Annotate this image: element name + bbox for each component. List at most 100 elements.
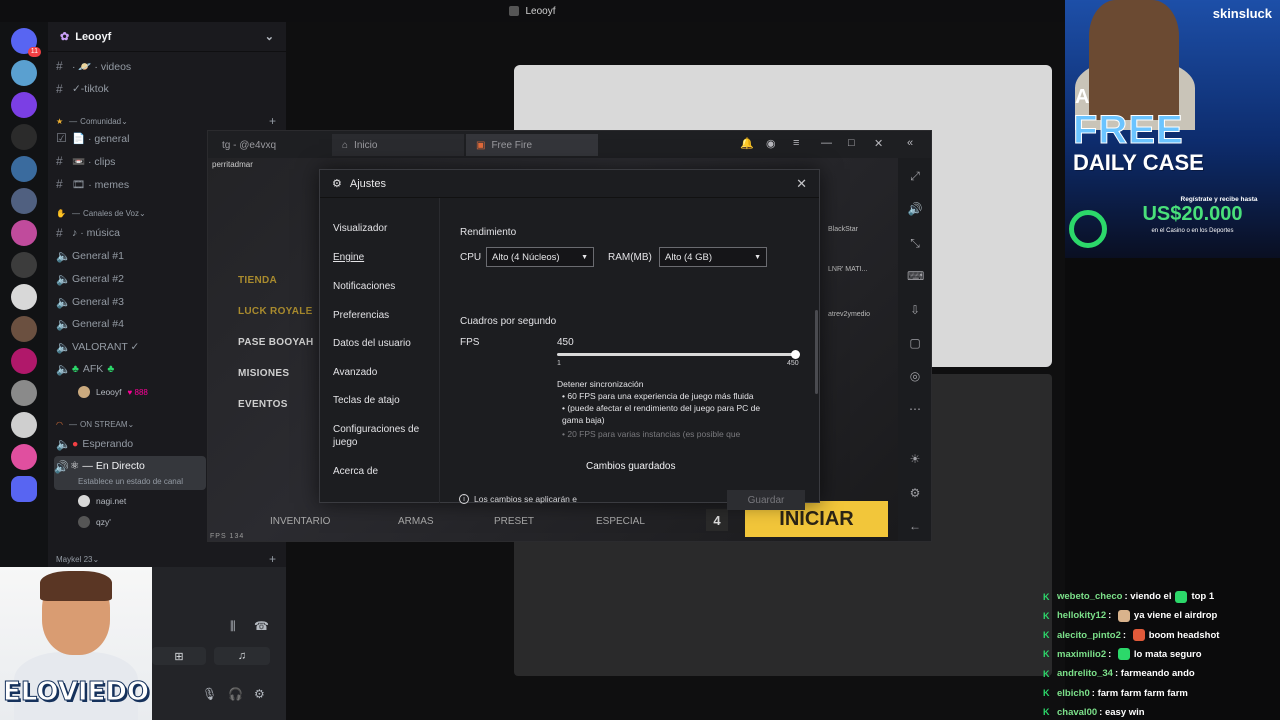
- friend-name[interactable]: LNR' MATI...: [828, 266, 867, 273]
- server-icon[interactable]: [11, 412, 37, 438]
- guild-header[interactable]: ✿ Leooyf ⌄: [48, 22, 286, 52]
- discord-home-icon[interactable]: 11: [11, 28, 41, 57]
- voice-general-3[interactable]: 🔈 General #3: [56, 292, 206, 312]
- voice-general-1[interactable]: 🔈 General #1: [56, 246, 206, 266]
- chevron-down-icon[interactable]: ⌄: [265, 30, 274, 43]
- channel-general[interactable]: ☑ 📄 · general: [56, 128, 206, 148]
- chat-username[interactable]: maximilio2: [1057, 649, 1106, 660]
- tab-user[interactable]: tg - @e4vxq: [212, 134, 330, 156]
- menu-pase-booyah[interactable]: PASE BOOYAH: [238, 337, 314, 348]
- screenshot-icon[interactable]: ▢: [907, 335, 923, 351]
- nav-notificaciones[interactable]: Notificaciones: [333, 280, 433, 293]
- server-icon[interactable]: [11, 348, 37, 374]
- voice-general-4[interactable]: 🔈 General #4: [56, 314, 206, 334]
- nav-engine[interactable]: Engine: [333, 251, 433, 264]
- fps-slider-knob[interactable]: [791, 350, 800, 359]
- ram-select[interactable]: Alto (4 GB) ▼: [659, 247, 767, 267]
- menu-tienda[interactable]: TIENDA: [238, 275, 277, 286]
- friend-name[interactable]: BlackStar: [828, 226, 858, 233]
- nav-acerca-de[interactable]: Acerca de: [333, 465, 433, 478]
- server-icon[interactable]: [11, 156, 37, 182]
- folder-icon[interactable]: [11, 476, 37, 502]
- close-icon[interactable]: ✕: [796, 176, 807, 192]
- category-comunidad[interactable]: ★ — Comunidad ⌄ +: [56, 114, 276, 128]
- chat-username[interactable]: webeto_checo: [1057, 591, 1122, 602]
- server-icon[interactable]: [11, 252, 37, 278]
- voice-user[interactable]: qzy': [78, 514, 111, 530]
- collapse-icon[interactable]: «: [907, 137, 913, 149]
- cpu-select[interactable]: Alto (4 Núcleos) ▼: [486, 247, 594, 267]
- scrollbar[interactable]: [815, 310, 818, 394]
- server-icon[interactable]: [11, 380, 37, 406]
- nav-preferencias[interactable]: Preferencias: [333, 309, 433, 322]
- menu-misiones[interactable]: MISIONES: [238, 368, 289, 379]
- voice-valorant[interactable]: 🔈 VALORANT ✓: [56, 337, 206, 357]
- keyboard-icon[interactable]: ⌨: [907, 268, 924, 284]
- account-icon[interactable]: ◉: [766, 137, 776, 150]
- more-icon[interactable]: ⋯: [907, 401, 923, 417]
- chat-username[interactable]: alecito_pinto2: [1057, 630, 1121, 641]
- maximize-icon[interactable]: □: [848, 137, 855, 149]
- chat-username[interactable]: hellokity12: [1057, 610, 1106, 621]
- disconnect-icon[interactable]: ☎: [254, 619, 269, 633]
- nav-avanzado[interactable]: Avanzado: [333, 366, 433, 379]
- nav-datos-usuario[interactable]: Datos del usuario: [333, 337, 433, 350]
- friend-name[interactable]: atrev2ymedio: [828, 311, 870, 318]
- menu-luck-royale[interactable]: LUCK ROYALE: [238, 306, 313, 317]
- install-apk-icon[interactable]: ⇩: [907, 302, 923, 318]
- voice-esperando[interactable]: 🔈 ● Esperando: [56, 434, 206, 454]
- preset-button[interactable]: PRESET: [494, 516, 534, 527]
- camera-icon[interactable]: ◎: [907, 368, 923, 384]
- channel-musica[interactable]: # ♪ · música: [56, 223, 206, 243]
- server-icon[interactable]: [11, 188, 37, 214]
- add-channel-icon[interactable]: +: [269, 114, 276, 128]
- nav-visualizador[interactable]: Visualizador: [333, 222, 433, 235]
- waveform-icon[interactable]: ⫼: [230, 619, 236, 634]
- add-channel-icon[interactable]: +: [269, 552, 276, 566]
- channel-memes[interactable]: # 🎞 · memes: [56, 174, 206, 194]
- activity-button[interactable]: ⊞: [152, 647, 206, 665]
- chat-username[interactable]: elbich0: [1057, 688, 1090, 699]
- nav-teclas-atajo[interactable]: Teclas de atajo: [333, 394, 433, 407]
- settings-gear-icon[interactable]: ⚙: [254, 687, 265, 701]
- server-icon[interactable]: [11, 60, 37, 86]
- headphones-icon[interactable]: 🎧: [228, 687, 243, 701]
- volume-icon[interactable]: 🔊: [907, 201, 923, 217]
- settings-gear-icon[interactable]: ⚙: [907, 485, 923, 501]
- close-icon[interactable]: ✕: [874, 137, 883, 150]
- guardar-button[interactable]: Guardar: [727, 490, 805, 510]
- inventario-button[interactable]: INVENTARIO: [270, 516, 330, 527]
- server-icon[interactable]: [11, 124, 37, 150]
- voice-afk[interactable]: 🔈 ♣ AFK ♣: [56, 359, 206, 379]
- channel-clips[interactable]: # 📼 · clips: [56, 151, 206, 171]
- category-maykel[interactable]: Maykel 23 ⌄ +: [56, 552, 276, 566]
- voice-general-2[interactable]: 🔈 General #2: [56, 269, 206, 289]
- voice-user[interactable]: Leooyf ♥ 888: [78, 384, 148, 400]
- server-icon[interactable]: [11, 220, 37, 246]
- menu-icon[interactable]: ≡: [793, 137, 799, 149]
- minimize-icon[interactable]: —: [821, 137, 832, 149]
- soundboard-button[interactable]: ♫: [214, 647, 270, 665]
- menu-eventos[interactable]: EVENTOS: [238, 399, 288, 410]
- tab-inicio[interactable]: ⌂ Inicio: [332, 134, 464, 156]
- nav-config-juego[interactable]: Configuraciones de juego: [333, 423, 433, 449]
- server-icon[interactable]: [11, 284, 37, 310]
- server-icon[interactable]: [11, 92, 37, 118]
- armas-button[interactable]: ARMAS: [398, 516, 434, 527]
- back-arrow-icon[interactable]: ←: [907, 518, 923, 534]
- channel-videos[interactable]: # · 🪐 · videos: [56, 56, 206, 76]
- server-icon[interactable]: [11, 444, 37, 470]
- voice-user[interactable]: nagi.net: [78, 493, 126, 509]
- microphone-icon[interactable]: 🎙: [202, 687, 217, 701]
- chat-username[interactable]: andrelito_34: [1057, 668, 1113, 679]
- fullscreen-icon[interactable]: ⤢: [907, 168, 923, 184]
- ad-banner[interactable]: skinsluck A FREE DAILY CASE Regístrate y…: [1065, 0, 1280, 258]
- server-icon[interactable]: [11, 316, 37, 342]
- tab-free-fire[interactable]: ▣ Free Fire: [466, 134, 598, 156]
- channel-tiktok[interactable]: # ✓-tiktok: [56, 79, 206, 99]
- fps-slider[interactable]: [557, 350, 800, 359]
- bell-icon[interactable]: 🔔: [740, 137, 754, 150]
- bulb-icon[interactable]: ☀: [907, 451, 923, 467]
- chat-username[interactable]: chaval00: [1057, 707, 1097, 718]
- channel-status-hint[interactable]: Establece un estado de canal: [78, 477, 183, 486]
